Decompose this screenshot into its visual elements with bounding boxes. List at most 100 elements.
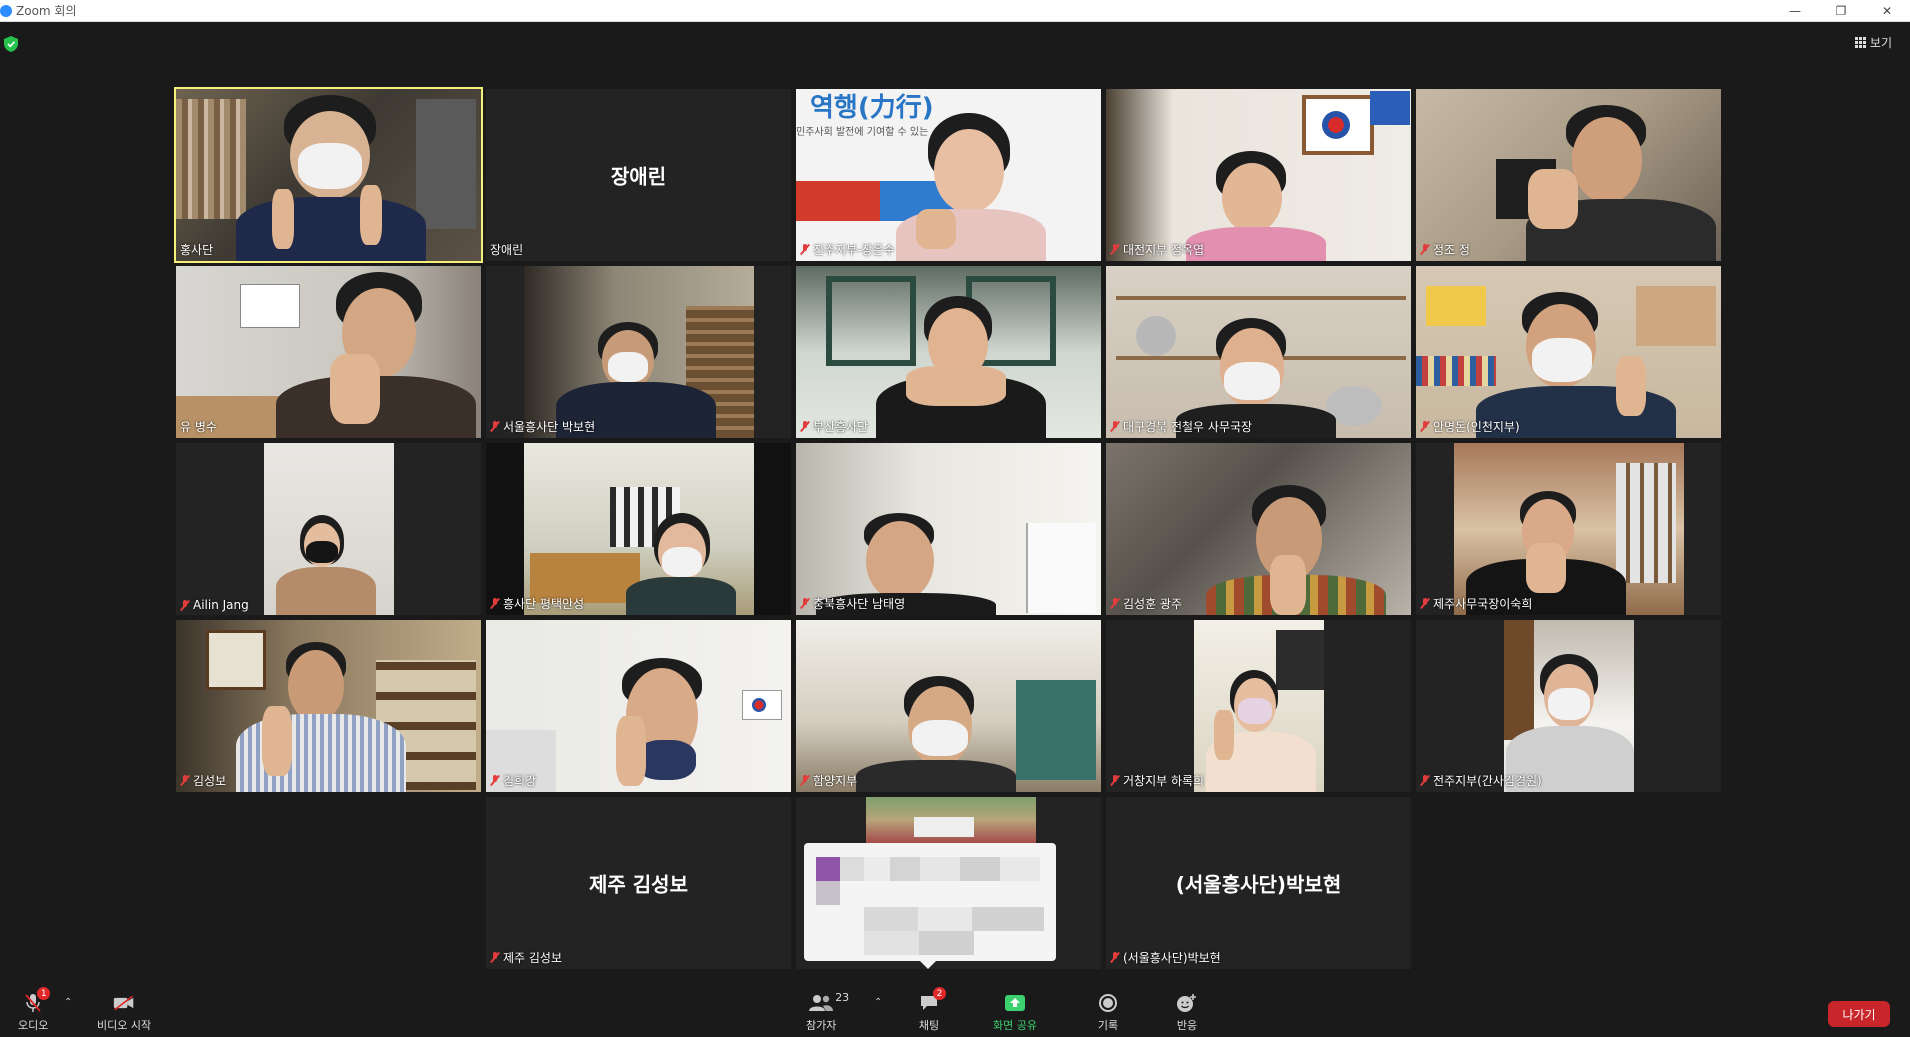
video-tile[interactable]: 거창지부 하록희 xyxy=(1106,620,1411,792)
participants-icon: 23 xyxy=(807,991,849,1013)
muted-mic-icon xyxy=(490,598,500,609)
muted-mic-icon xyxy=(1110,598,1120,609)
video-tile[interactable]: 제주 김성보 제주 김성보 xyxy=(486,797,791,969)
participant-center-name: 제주 김성보 xyxy=(589,872,688,897)
view-button[interactable]: 보기 xyxy=(1854,34,1892,51)
video-tile[interactable]: 충북흥사단 남태영 xyxy=(796,443,1101,615)
participant-name-label: 전주지부(간사김경원) xyxy=(1420,772,1542,789)
muted-mic-icon xyxy=(1420,421,1430,432)
video-tile[interactable]: 제주사무국장이숙희 xyxy=(1416,443,1721,615)
participant-name-label: 홍사단 xyxy=(180,243,214,257)
video-tile[interactable]: 안명돈(인천지부) xyxy=(1416,266,1721,438)
video-feed xyxy=(176,89,481,261)
record-button[interactable]: 기록 xyxy=(1097,993,1119,1033)
video-feed xyxy=(796,266,1101,438)
video-feed xyxy=(796,620,1101,792)
video-tile[interactable]: 부산흥사단 xyxy=(796,266,1101,438)
participant-name-label: 유 병수 xyxy=(180,420,217,434)
share-screen-label: 화면 공유 xyxy=(993,1019,1037,1032)
video-tile[interactable]: (서울흥사단)박보현 (서울흥사단)박보현 xyxy=(1106,797,1411,969)
record-label: 기록 xyxy=(1097,1019,1119,1032)
video-tile[interactable]: 대전지부 정옥엽 xyxy=(1106,89,1411,261)
window-controls: — ❐ ✕ xyxy=(1772,0,1910,22)
reactions-button[interactable]: 반응 xyxy=(1176,993,1198,1033)
participant-name-label: 제주 김성보 xyxy=(490,949,562,966)
leave-meeting-button[interactable]: 나가기 xyxy=(1828,1001,1890,1027)
video-feed xyxy=(1106,620,1411,792)
participants-button[interactable]: 23 참가자 xyxy=(806,991,849,1033)
participant-name-label: 대전지부 정옥엽 xyxy=(1110,241,1204,258)
video-feed xyxy=(176,266,481,438)
muted-mic-icon xyxy=(490,775,500,786)
participant-center-name: (서울흥사단)박보현 xyxy=(1175,872,1342,897)
video-tile[interactable]: Ailin Jang xyxy=(176,443,481,615)
close-button[interactable]: ✕ xyxy=(1864,0,1910,22)
audio-options-chevron-icon[interactable]: ⌃ xyxy=(64,997,72,1008)
video-feed xyxy=(486,266,791,438)
video-tile[interactable]: 홍사단 xyxy=(174,87,483,263)
minimize-button[interactable]: — xyxy=(1772,0,1818,22)
muted-mic-icon xyxy=(180,775,190,786)
muted-mic-icon xyxy=(1420,598,1430,609)
meeting-toolbar: 1 오디오 ⌃ 비디오 시작 23 참가자 ⌃ 2 채팅 화면 공유 기록 반응… xyxy=(0,985,1910,1037)
video-tile[interactable]: 김성훈 광주 xyxy=(1106,443,1411,615)
participants-options-chevron-icon[interactable]: ⌃ xyxy=(874,997,882,1008)
participant-name-label: 김성보 xyxy=(180,772,226,789)
participant-name-label: 대구경북 전철우 사무국장 xyxy=(1110,418,1252,435)
participants-count: 23 xyxy=(835,991,850,1004)
start-video-button[interactable]: 비디오 시작 xyxy=(97,993,151,1033)
video-tile[interactable]: 서울흥사단 박보현 xyxy=(486,266,791,438)
participant-name-label: 정조 정 xyxy=(1420,241,1470,258)
video-feed xyxy=(1106,443,1411,615)
participants-label: 참가자 xyxy=(806,1019,837,1032)
video-tile[interactable]: 흥사단 평택안성 xyxy=(486,443,791,615)
video-tile[interactable]: 대구경북 전철우 사무국장 xyxy=(1106,266,1411,438)
zoom-app-icon xyxy=(0,4,12,17)
video-off-icon xyxy=(113,993,135,1013)
video-feed xyxy=(1106,266,1411,438)
chat-unread-badge: 2 xyxy=(933,987,946,1000)
video-tile[interactable]: 역행(力行) 민주사회 발전에 기여할 수 있는 진주지부-장은수 xyxy=(796,89,1101,261)
chat-label: 채팅 xyxy=(918,1019,940,1032)
video-tile[interactable]: 정조 정 xyxy=(1416,89,1721,261)
muted-mic-icon xyxy=(800,244,810,255)
video-tile[interactable]: 장애린 장애린 xyxy=(486,89,791,261)
participant-name-label: 진주지부-장은수 xyxy=(800,241,895,258)
video-feed xyxy=(176,620,481,792)
chat-preview-popup[interactable] xyxy=(804,843,1056,969)
grid-view-icon xyxy=(1854,37,1866,48)
participant-name-label: 김성훈 광주 xyxy=(1110,595,1182,612)
video-feed xyxy=(486,443,791,615)
window-titlebar: Zoom 회의 — ❐ ✕ xyxy=(0,0,1910,22)
participant-name-label: 제주사무국장이숙희 xyxy=(1420,595,1532,612)
restore-button[interactable]: ❐ xyxy=(1818,0,1864,22)
video-feed xyxy=(1416,443,1721,615)
muted-mic-icon xyxy=(490,952,500,963)
audio-button[interactable]: 1 오디오 xyxy=(18,987,51,1033)
participant-name-label: 흥사단 평택안성 xyxy=(490,595,584,612)
video-tile[interactable]: 김성보 xyxy=(176,620,481,792)
share-screen-button[interactable]: 화면 공유 xyxy=(993,993,1037,1033)
participant-name-label: 함양지부 xyxy=(800,772,857,789)
audio-alert-badge: 1 xyxy=(37,987,51,1000)
participant-center-name: 장애린 xyxy=(610,164,667,189)
security-shield-icon[interactable] xyxy=(4,36,18,52)
participant-name-label: 서울흥사단 박보현 xyxy=(490,418,595,435)
video-tile[interactable]: 전주지부(간사김경원) xyxy=(1416,620,1721,792)
participant-name-label: 장애린 xyxy=(490,243,524,257)
reactions-label: 반응 xyxy=(1176,1019,1198,1032)
video-tile[interactable]: 유 병수 xyxy=(176,266,481,438)
share-screen-icon xyxy=(1004,993,1026,1013)
window-title: Zoom 회의 xyxy=(16,4,77,18)
video-gallery: 홍사단 장애린 장애린 역행(力行) 민주사회 발전에 기여할 수 있는 진주지… xyxy=(174,87,1724,973)
participant-name-label: 안명돈(인천지부) xyxy=(1420,418,1520,435)
video-tile[interactable]: 김희강 xyxy=(486,620,791,792)
muted-mic-icon xyxy=(1420,244,1430,255)
start-video-label: 비디오 시작 xyxy=(97,1019,152,1032)
video-tile[interactable]: 함양지부 xyxy=(796,620,1101,792)
banner-text: 역행(力行) xyxy=(810,93,934,123)
participant-name-label: 거창지부 하록희 xyxy=(1110,772,1204,789)
muted-mic-icon xyxy=(800,598,810,609)
chat-button[interactable]: 2 채팅 xyxy=(918,987,946,1033)
video-feed xyxy=(1416,89,1721,261)
